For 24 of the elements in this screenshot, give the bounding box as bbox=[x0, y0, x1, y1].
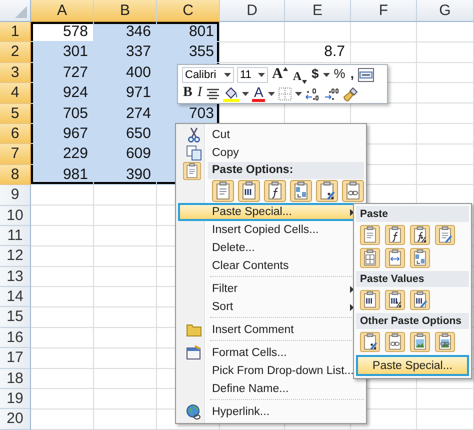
table-cell: 390 bbox=[94, 164, 157, 186]
table-cell: 274 bbox=[94, 104, 157, 124]
section-header: Other Paste Options bbox=[356, 313, 469, 329]
table-cell: 924 bbox=[31, 83, 94, 104]
table-cell: 801 bbox=[157, 22, 220, 42]
table-cell: 703 bbox=[157, 104, 220, 124]
section-header: Paste Values bbox=[356, 271, 469, 287]
table-cell: 578 bbox=[31, 22, 94, 42]
section-header: Paste Options: bbox=[208, 162, 364, 179]
table-cell: 650 bbox=[94, 124, 157, 144]
table-cell: 705 bbox=[31, 104, 94, 124]
table-cell: 355 bbox=[157, 42, 220, 63]
table-cell: 981 bbox=[31, 164, 94, 186]
table-cell: 346 bbox=[94, 22, 157, 42]
table-cell: 400 bbox=[94, 62, 157, 84]
table-cell: 337 bbox=[94, 42, 157, 63]
table-cell: 301 bbox=[31, 42, 94, 63]
table-cell: 609 bbox=[94, 144, 157, 165]
table-cell: 971 bbox=[94, 83, 157, 104]
table-cell: 727 bbox=[31, 62, 94, 84]
table-cell: 229 bbox=[31, 144, 94, 165]
section-header: Paste bbox=[356, 206, 469, 222]
table-cell: 967 bbox=[31, 124, 94, 144]
table-cell: 8.7 bbox=[285, 42, 351, 63]
